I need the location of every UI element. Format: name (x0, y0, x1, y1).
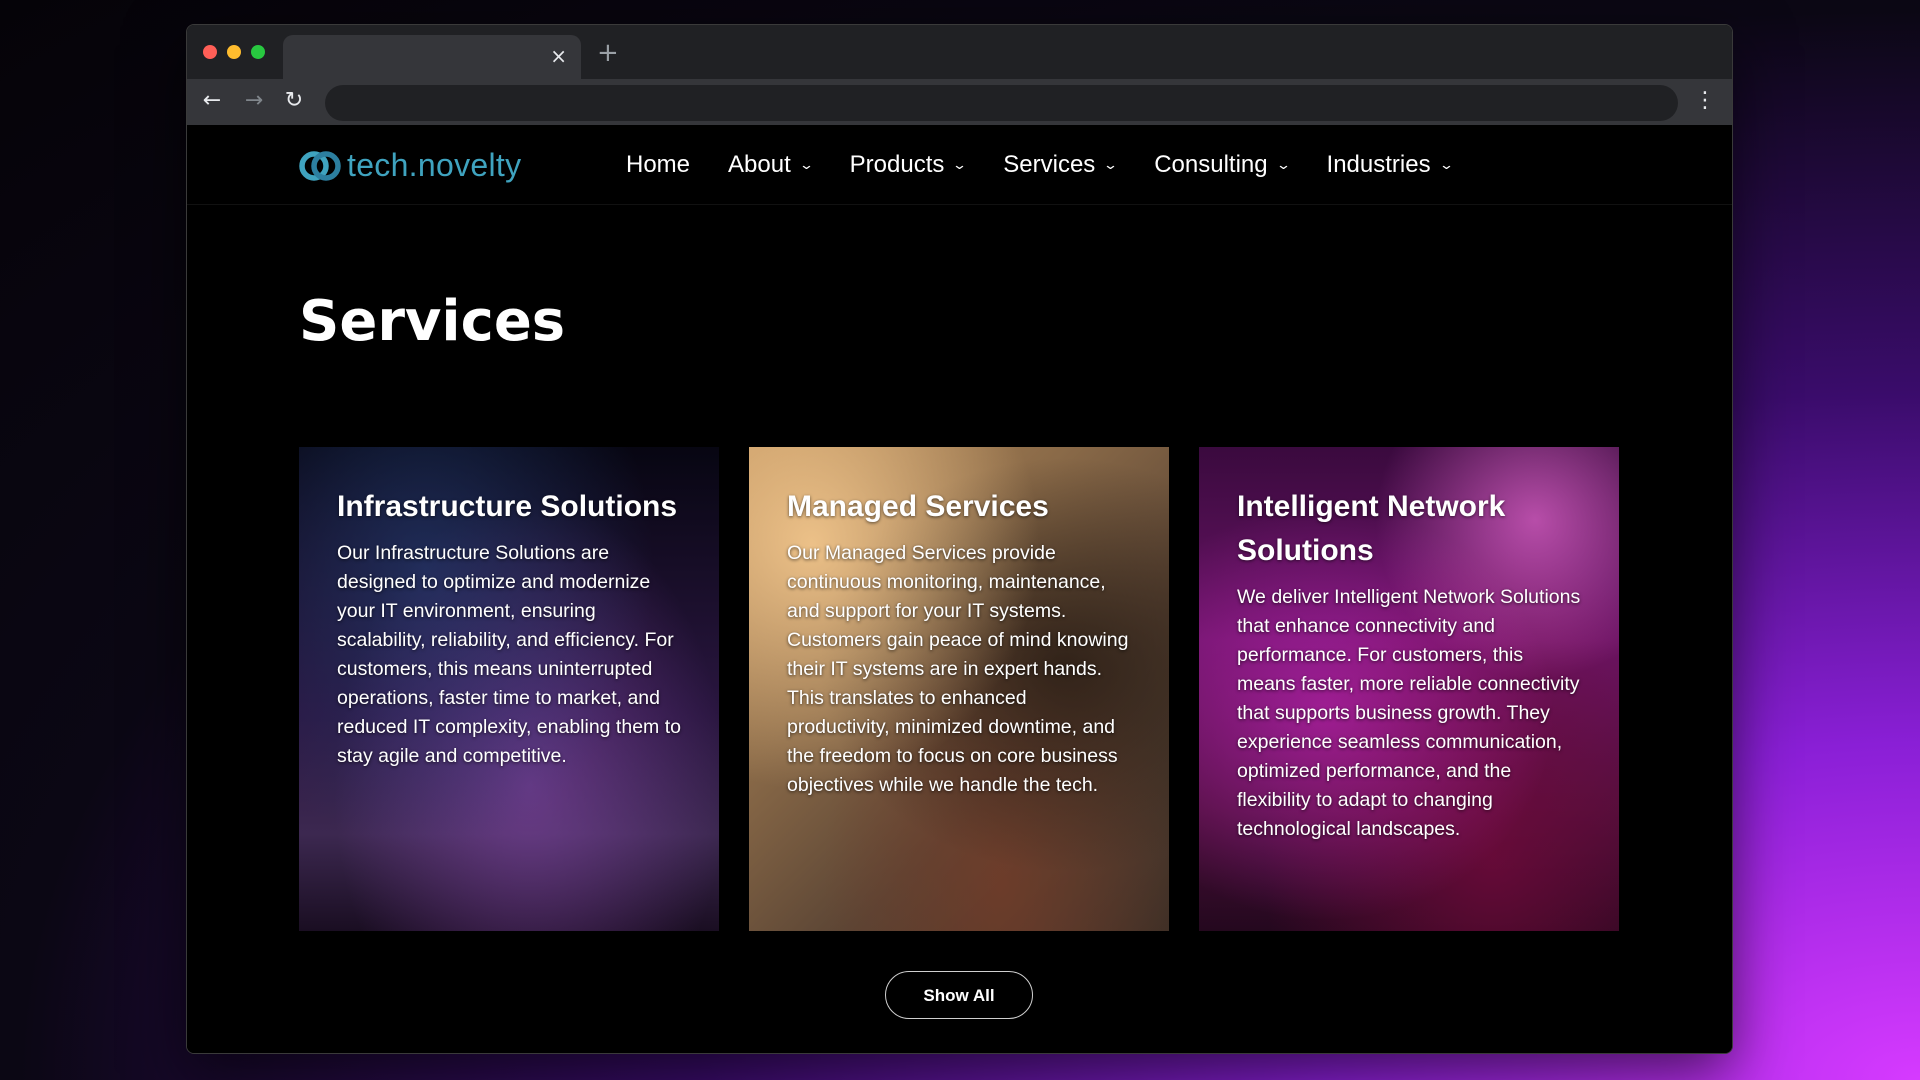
chevron-down-icon: ⌄ (798, 157, 814, 172)
card-title: Infrastructure Solutions (337, 490, 678, 523)
window-controls (203, 45, 265, 59)
back-icon[interactable]: ← (197, 86, 227, 116)
site-header: tech.novelty Home About ⌄ Products ⌄ Ser… (187, 125, 1732, 205)
nav-label: Products (849, 151, 945, 178)
nav-label: Consulting (1154, 151, 1268, 178)
page-title: Services (299, 289, 566, 354)
chevron-down-icon: ⌄ (1103, 157, 1119, 172)
show-all-button[interactable]: Show All (885, 971, 1033, 1019)
card-description: Our Managed Services provide continuous … (787, 542, 1129, 796)
chevron-down-icon: ⌄ (1438, 157, 1454, 172)
logo-mark-icon (299, 150, 341, 181)
card-title: Managed Services (787, 490, 1049, 523)
browser-tab[interactable]: × (283, 35, 581, 79)
nav-label: About (728, 151, 791, 178)
close-tab-icon[interactable]: × (550, 44, 567, 68)
minimize-window-button[interactable] (227, 45, 241, 59)
nav-label: Home (626, 151, 691, 178)
nav-about[interactable]: About ⌄ (728, 149, 814, 181)
logo-text: tech.novelty (347, 147, 522, 183)
close-window-button[interactable] (203, 45, 217, 59)
reload-icon[interactable]: ↻ (279, 86, 309, 116)
forward-icon[interactable]: → (239, 86, 269, 116)
web-page: tech.novelty Home About ⌄ Products ⌄ Ser… (187, 125, 1732, 1053)
nav-services[interactable]: Services ⌄ (1003, 149, 1119, 181)
nav-label: Services (1003, 151, 1096, 178)
chevron-down-icon: ⌄ (952, 157, 968, 172)
maximize-window-button[interactable] (251, 45, 265, 59)
new-tab-icon[interactable]: + (597, 39, 619, 67)
tab-bar: × + (187, 25, 1732, 79)
service-card-managed[interactable]: Managed Services Our Managed Services pr… (749, 447, 1169, 931)
nav-home[interactable]: Home (626, 149, 690, 181)
card-description: Our Infrastructure Solutions are designe… (337, 542, 681, 767)
card-description: We deliver Intelligent Network Solutions… (1237, 586, 1581, 840)
card-title: Intelligent Network Solutions (1237, 490, 1506, 567)
nav-industries[interactable]: Industries ⌄ (1326, 149, 1454, 181)
chevron-down-icon: ⌄ (1275, 157, 1291, 172)
address-bar[interactable] (325, 85, 1678, 121)
site-logo[interactable]: tech.novelty (299, 147, 521, 184)
browser-menu-icon[interactable]: ⋮ (1694, 86, 1716, 116)
main-navigation: Home About ⌄ Products ⌄ Services ⌄ Consu… (626, 149, 1454, 181)
browser-toolbar: ← → ↻ ⋮ (187, 79, 1732, 125)
nav-label: Industries (1326, 151, 1431, 178)
nav-products[interactable]: Products ⌄ (849, 149, 968, 181)
browser-window: × + ← → ↻ ⋮ tech.novelty Home About ⌄ Pr… (186, 24, 1733, 1054)
service-card-infrastructure[interactable]: Infrastructure Solutions Our Infrastruct… (299, 447, 719, 931)
service-card-network[interactable]: Intelligent Network Solutions We deliver… (1199, 447, 1619, 931)
services-cards: Infrastructure Solutions Our Infrastruct… (299, 447, 1619, 931)
nav-consulting[interactable]: Consulting ⌄ (1154, 149, 1291, 181)
